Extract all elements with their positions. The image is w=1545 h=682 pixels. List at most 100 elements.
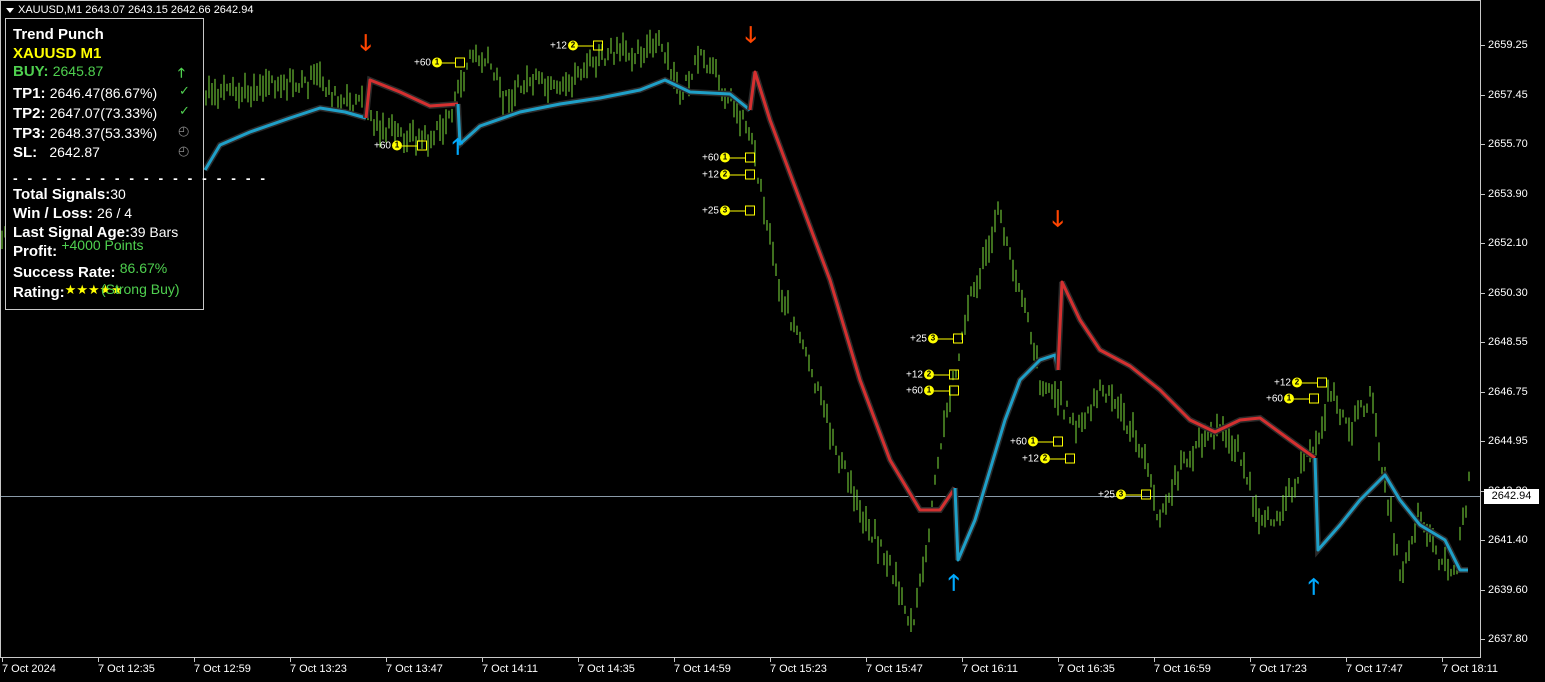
- tp-box-icon: [952, 333, 963, 344]
- tp-box-icon: [416, 140, 427, 151]
- tp-connector: [937, 338, 953, 340]
- tp-marker: +60 1: [414, 58, 465, 69]
- tp-marker-text: +60: [702, 152, 719, 164]
- tp-connector: [933, 374, 949, 376]
- tp-marker: +12 2: [1274, 378, 1327, 389]
- tp-connector: [729, 174, 745, 176]
- tp-box-icon: [1052, 436, 1063, 447]
- time-label: 7 Oct 13:23: [290, 663, 347, 675]
- symbol-title[interactable]: XAUUSD,M1 2643.07 2643.15 2642.66 2642.9…: [6, 4, 253, 16]
- tp-marker: +12 2: [702, 170, 755, 181]
- price-label: 2652.10: [1488, 237, 1528, 249]
- tp-marker: +25 3: [702, 206, 755, 217]
- price-tick: [1480, 94, 1485, 96]
- tp-marker-text: +12: [1274, 377, 1291, 389]
- tp-number-badge: 3: [719, 205, 730, 216]
- time-tick: [1346, 657, 1347, 662]
- tp-connector: [401, 145, 417, 147]
- tp-connector: [1037, 441, 1053, 443]
- tp-number-badge: 2: [1039, 453, 1050, 464]
- tp-number-badge: 3: [1115, 489, 1126, 500]
- tp-marker: +60 1: [906, 386, 959, 397]
- tp-marker: +25 3: [1098, 490, 1151, 501]
- tp-box-icon: [1140, 489, 1151, 500]
- tp-number-badge: 2: [567, 40, 578, 51]
- time-label: 7 Oct 17:23: [1250, 663, 1307, 675]
- tp-marker-text: +25: [1098, 489, 1115, 501]
- time-tick: [674, 657, 675, 662]
- price-label: 2641.40: [1488, 534, 1528, 546]
- tp-marker: +12 2: [906, 370, 959, 381]
- buy-arrow-icon: 🡑: [1308, 574, 1320, 599]
- tp-box-icon: [948, 385, 959, 396]
- tp-connector: [577, 45, 593, 47]
- tp-marker: +60 1: [374, 141, 427, 152]
- tp-box-icon: [1316, 377, 1327, 388]
- tp-box-icon: [744, 169, 755, 180]
- tp-connector: [1293, 398, 1309, 400]
- time-tick: [194, 657, 195, 662]
- tp-marker-text: +60: [374, 140, 391, 152]
- tp-marker-text: +60: [1010, 436, 1027, 448]
- sl-row: SL: 2642.87: [13, 144, 100, 161]
- total-signals-row: Total Signals:30: [13, 186, 126, 203]
- tp-box-icon: [744, 205, 755, 216]
- tp-marker-text: +25: [910, 333, 927, 345]
- price-axis[interactable]: 2659.25 2657.45 2655.70 2653.90 2652.10 2650.…: [1480, 0, 1545, 657]
- tp-marker-text: +60: [906, 385, 923, 397]
- tp-marker: +60 1: [1266, 394, 1319, 405]
- time-tick: [578, 657, 579, 662]
- tp-marker: +25 3: [910, 334, 963, 345]
- buy-row: BUY: 2645.87: [13, 63, 104, 80]
- tp-marker: +60 1: [1010, 437, 1063, 448]
- rating-row: Rating:★★★★★(Strong Buy): [13, 281, 180, 301]
- tp-marker: +60 1: [702, 153, 755, 164]
- current-price-label: 2642.94: [1484, 489, 1539, 504]
- price-tick: [1480, 45, 1485, 46]
- tp-number-badge: 1: [391, 140, 402, 151]
- check-icon: ✓: [179, 103, 190, 118]
- tp-number-badge: 1: [431, 57, 442, 68]
- time-tick: [98, 657, 99, 662]
- trend-punch-panel: Trend Punch XAUUSD M1 BUY: 2645.87 TP1: …: [5, 18, 265, 310]
- time-label: 7 Oct 18:11: [1442, 663, 1499, 675]
- time-label: 7 Oct 12:35: [98, 663, 155, 675]
- time-tick: [386, 657, 387, 662]
- clock-icon: ◴: [178, 143, 190, 158]
- time-axis[interactable]: 7 Oct 2024 7 Oct 12:35 7 Oct 12:59 7 Oct 13…: [0, 657, 1498, 682]
- tp-marker-text: +60: [414, 57, 431, 69]
- tp-marker-text: +12: [702, 169, 719, 181]
- success-rate-row: Success Rate: 86.67%: [13, 260, 168, 281]
- profit-row: Profit: +4000 Points: [13, 237, 144, 260]
- time-label: 7 Oct 14:11: [482, 663, 539, 675]
- time-label: 7 Oct 15:47: [866, 663, 923, 675]
- price-label: 2659.25: [1488, 39, 1528, 51]
- price-label: 2653.90: [1488, 187, 1528, 200]
- time-tick: [2, 657, 3, 662]
- time-tick: [962, 657, 963, 662]
- tp-box-icon: [1308, 393, 1319, 404]
- price-tick: [1480, 342, 1485, 343]
- price-label: 2657.45: [1488, 88, 1528, 101]
- price-tick: [1480, 292, 1485, 294]
- tp-box-icon: [1064, 453, 1075, 464]
- tp-number-badge: 1: [1283, 393, 1294, 404]
- price-label: 2637.80: [1488, 633, 1528, 645]
- time-tick: [290, 657, 291, 662]
- price-tick: [1480, 144, 1485, 145]
- dropdown-icon[interactable]: [6, 7, 14, 13]
- tp-connector: [1301, 382, 1317, 384]
- separator: - - - - - - - - - - - - - - - - - -: [13, 170, 269, 186]
- tp-number-badge: 1: [719, 152, 730, 163]
- time-label: 7 Oct 14:35: [578, 663, 635, 675]
- time-tick: [866, 657, 867, 662]
- panel-symbol: XAUUSD M1: [13, 45, 102, 62]
- buy-arrow-icon: 🡑: [452, 134, 464, 159]
- tp-number-badge: 1: [1027, 436, 1038, 447]
- tp-connector: [1125, 494, 1141, 496]
- price-tick: [1480, 193, 1485, 195]
- tp-connector: [1049, 458, 1065, 460]
- clock-icon: ◴: [178, 123, 190, 138]
- tp-connector: [441, 62, 455, 64]
- time-label: 7 Oct 16:11: [962, 663, 1019, 675]
